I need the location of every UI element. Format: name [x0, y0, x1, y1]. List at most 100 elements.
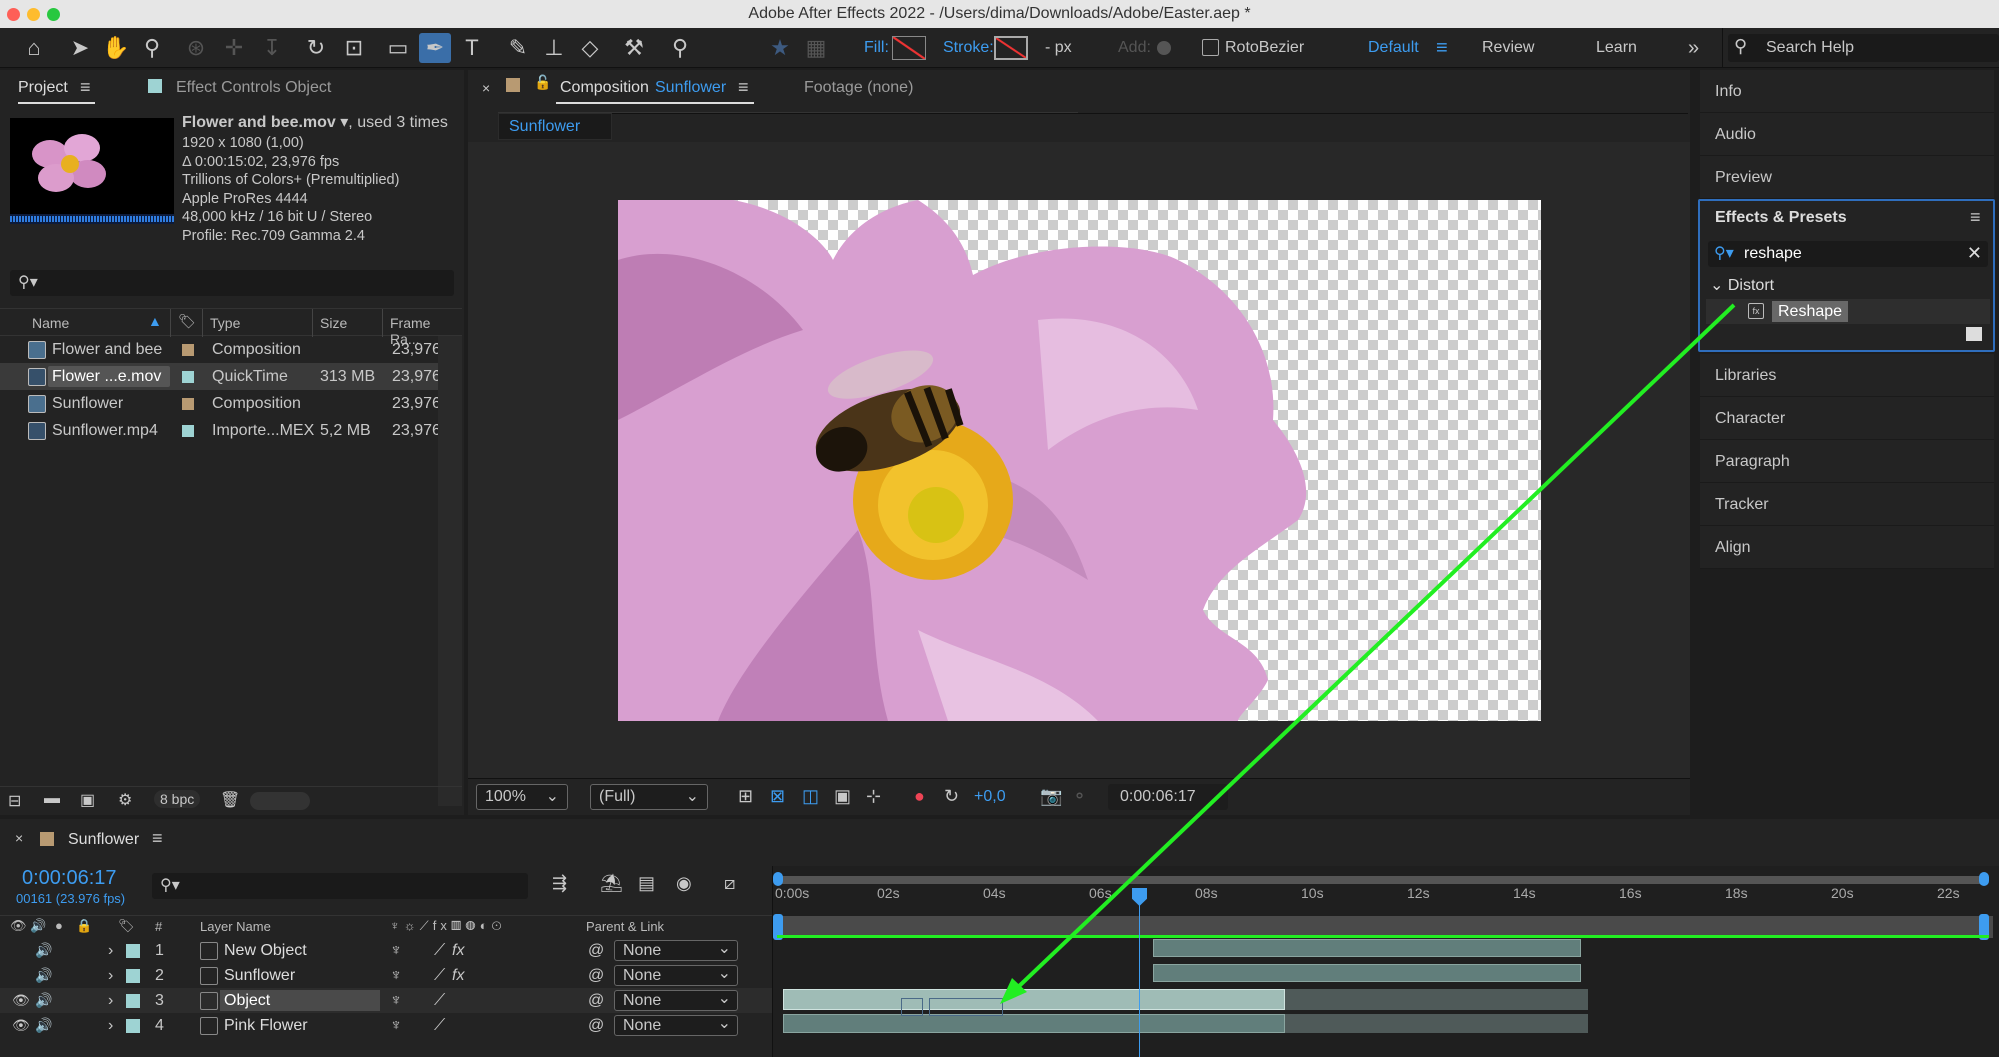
timeline-search-input[interactable]: ⚲▾ — [152, 873, 528, 899]
show-snapshot-icon[interactable]: ⚬ — [1072, 786, 1087, 807]
delete-icon[interactable]: 🗑 — [220, 790, 240, 810]
parent-link-header[interactable]: Parent & Link — [586, 919, 664, 934]
exposure-value[interactable]: +0,0 — [974, 788, 1006, 806]
resolution-select[interactable]: (Full) ⌄ — [590, 784, 708, 810]
stroke-label[interactable]: Stroke: — [943, 28, 994, 68]
audio-icon[interactable]: 🔊 — [35, 938, 52, 963]
effects-switch[interactable]: fx — [452, 963, 464, 988]
grid-guides-icon[interactable]: ⊹ — [866, 786, 881, 807]
layer-bar-selected[interactable] — [783, 989, 1285, 1010]
thumbnail-size-slider[interactable] — [250, 792, 310, 810]
panel-tracker[interactable]: Tracker — [1700, 483, 1994, 526]
home-icon[interactable]: ⌂ — [18, 28, 50, 68]
workspace-learn[interactable]: Learn — [1596, 28, 1637, 68]
quality-switch-icon[interactable]: ⟋ — [434, 1013, 445, 1038]
puppet-pin-tool-icon[interactable]: ⚲ — [664, 28, 696, 68]
pick-whip-icon[interactable]: @ — [588, 938, 604, 963]
layer-switches-header-icons[interactable]: ♆☼⟋fx▥◍◐⊙ — [390, 918, 506, 934]
channels-icon[interactable]: ● — [914, 786, 925, 807]
stroke-swatch[interactable] — [994, 36, 1028, 60]
audio-icon[interactable]: 🔊 — [35, 988, 52, 1013]
region-of-interest-icon[interactable]: ▣ — [834, 786, 851, 807]
effect-category-distort[interactable]: ⌄ Distort — [1710, 275, 1774, 295]
roto-brush-tool-icon[interactable]: ⚒ — [618, 28, 650, 68]
project-item[interactable]: Flower and bee Composition 23,976 ⊹ — [0, 336, 462, 363]
solo-switch-icon[interactable]: ● — [55, 918, 63, 933]
project-item[interactable]: Sunflower.mp4 Importe...MEX 5,2 MB 23,97… — [0, 417, 462, 444]
color-depth-button[interactable]: 8 bpc — [154, 790, 201, 808]
panel-preview[interactable]: Preview — [1700, 156, 1994, 199]
effect-reshape[interactable]: Reshape — [1772, 301, 1849, 322]
timeline-menu-icon[interactable]: ≡ — [152, 828, 163, 849]
dolly-camera-icon[interactable]: ↧ — [256, 28, 288, 68]
layer-name[interactable]: Pink Flower — [224, 1013, 308, 1038]
audio-icon[interactable]: 🔊 — [35, 1013, 52, 1038]
parent-select[interactable]: None ⌄ — [614, 965, 738, 986]
project-search-input[interactable]: ⚲▾ — [10, 270, 454, 296]
composition-mini-flowchart-icon[interactable]: ⇶ — [552, 873, 567, 894]
orbit-camera-icon[interactable]: ⊛ — [180, 28, 212, 68]
quality-switch-icon[interactable]: ⟋ — [434, 938, 445, 963]
layer-name[interactable]: New Object — [224, 938, 307, 963]
panel-character[interactable]: Character — [1700, 397, 1994, 440]
eraser-tool-icon[interactable]: ◇ — [574, 28, 606, 68]
workspace-default[interactable]: Default — [1368, 28, 1419, 68]
layer-bar[interactable] — [783, 1014, 1285, 1033]
expand-arrow-icon[interactable]: › — [108, 963, 113, 988]
project-item[interactable]: Sunflower Composition 23,976 — [0, 390, 462, 417]
lock-switch-icon[interactable]: 🔒 — [76, 918, 92, 934]
parent-select[interactable]: None ⌄ — [614, 940, 738, 961]
pen-tool-icon[interactable]: ✒ — [419, 33, 451, 63]
snapshot-camera-icon[interactable]: 📷 — [1040, 786, 1062, 807]
column-type[interactable]: Type — [210, 315, 240, 331]
mask-visibility-icon[interactable]: ◫ — [802, 786, 819, 807]
panel-libraries[interactable]: Libraries — [1700, 354, 1994, 397]
playhead[interactable] — [1132, 888, 1147, 906]
star-icon[interactable]: ★ — [764, 28, 796, 68]
quality-switch-icon[interactable]: ⟋ — [434, 988, 445, 1013]
pan-camera-icon[interactable]: ✛ — [218, 28, 250, 68]
close-tab-icon[interactable]: × — [15, 830, 23, 846]
clear-search-icon[interactable]: ✕ — [1967, 243, 1982, 264]
panel-info[interactable]: Info — [1700, 70, 1994, 113]
tab-project[interactable]: Project — [18, 79, 68, 97]
eye-icon[interactable]: 👁 — [12, 988, 30, 1013]
type-tool-icon[interactable]: T — [456, 28, 488, 68]
expand-arrow-icon[interactable]: › — [108, 938, 113, 963]
viewer[interactable] — [468, 142, 1690, 778]
project-item[interactable]: Flower ...e.mov QuickTime 313 MB 23,976 — [0, 363, 462, 390]
column-size[interactable]: Size — [320, 315, 347, 331]
project-scrollbar[interactable] — [438, 336, 462, 806]
zoom-tool-icon[interactable]: ⚲ — [136, 28, 168, 68]
more-workspaces-icon[interactable]: » — [1688, 28, 1699, 68]
column-name[interactable]: Name — [32, 315, 69, 331]
audio-switch-icon[interactable]: 🔊 — [30, 918, 46, 934]
layer-name[interactable]: Object — [224, 988, 270, 1013]
tab-effect-controls[interactable]: Effect Controls Object — [176, 79, 331, 97]
quality-switch-icon[interactable]: ⟋ — [434, 963, 445, 988]
parent-select[interactable]: None ⌄ — [614, 1015, 738, 1036]
layer-name[interactable]: Sunflower — [224, 963, 295, 988]
pick-whip-icon[interactable]: @ — [588, 1013, 604, 1038]
audio-icon[interactable]: 🔊 — [35, 963, 52, 988]
composition-menu-icon[interactable]: ≡ — [738, 77, 749, 98]
close-window-button[interactable] — [7, 8, 20, 21]
work-area-navigator[interactable] — [777, 876, 1989, 884]
magnification-select[interactable]: 100% ⌄ — [476, 784, 568, 810]
composition-tab-name[interactable]: Sunflower — [655, 79, 726, 97]
rotate-tool-icon[interactable]: ↻ — [300, 28, 332, 68]
new-folder-icon[interactable]: ▬ — [44, 790, 60, 808]
shy-switch-icon[interactable]: ♆ — [390, 963, 402, 988]
fill-label[interactable]: Fill: — [864, 28, 889, 68]
graph-editor-icon[interactable]: ⧄ — [724, 873, 735, 894]
panel-audio[interactable]: Audio — [1700, 113, 1994, 156]
draft-3d-icon[interactable]: ⛱ — [600, 873, 623, 894]
fast-previews-icon[interactable]: ⊞ — [738, 786, 753, 807]
composition-tab-label[interactable]: Composition — [560, 79, 649, 97]
rectangle-tool-icon[interactable]: ▭ — [382, 28, 414, 68]
effects-search-input[interactable]: ⚲▾ reshape ✕ — [1708, 241, 1988, 267]
breadcrumb[interactable]: Sunflower — [498, 113, 612, 140]
eye-icon[interactable]: 👁 — [12, 1013, 30, 1038]
comp-canvas[interactable] — [618, 200, 1541, 721]
interpret-footage-icon[interactable]: ⊟ — [8, 791, 21, 811]
